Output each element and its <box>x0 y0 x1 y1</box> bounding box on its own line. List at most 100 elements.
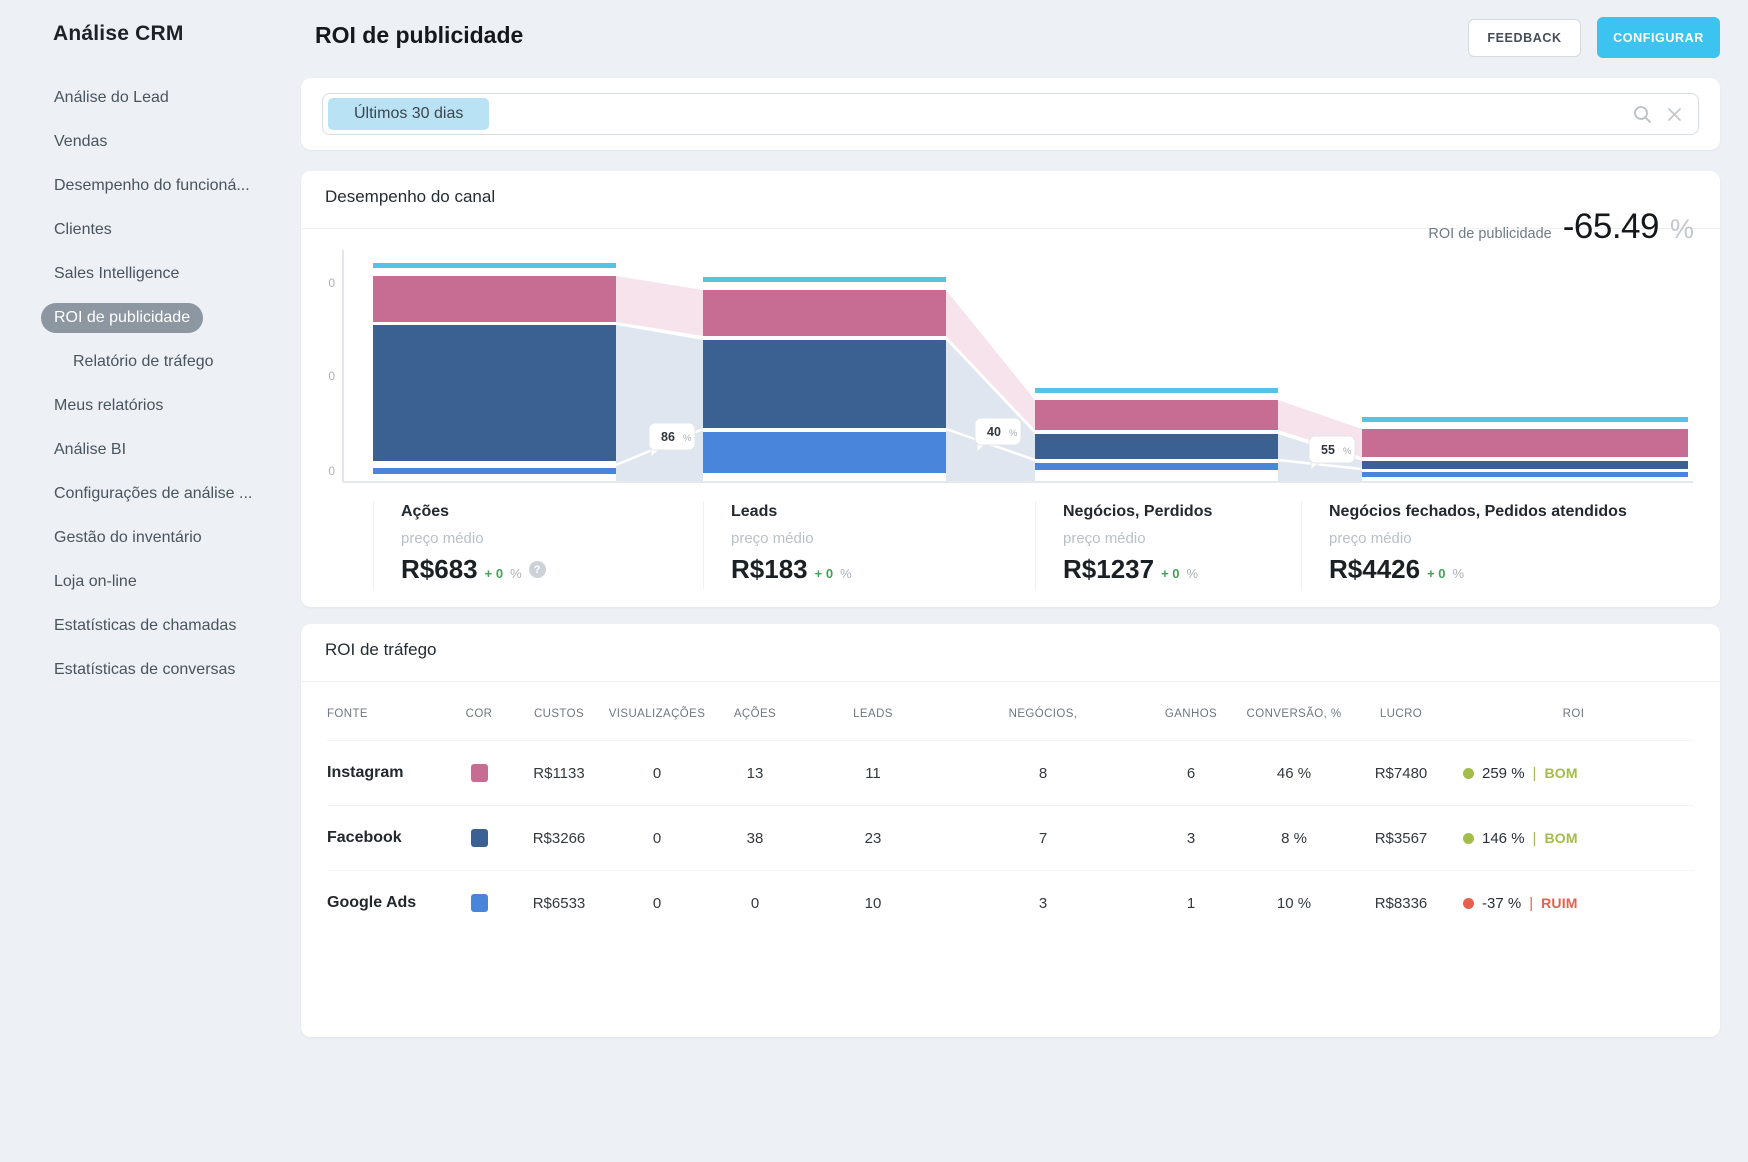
sidebar-item-clientes[interactable]: Clientes <box>0 208 270 252</box>
stage-price-label: preço médio <box>1329 530 1701 547</box>
sidebar-item-vendas[interactable]: Vendas <box>0 120 270 164</box>
leads-cell: 11 <box>803 765 943 782</box>
sidebar-item-gestao-do-inventario[interactable]: Gestão do inventário <box>0 516 270 560</box>
sidebar-item-analise-bi[interactable]: Análise BI <box>0 428 270 472</box>
stage-name: Leads <box>731 503 1025 521</box>
bar-cyan-line[interactable] <box>703 277 946 282</box>
sidebar-item-relatorio-de-trafego[interactable]: Relatório de tráfego <box>0 340 270 384</box>
color-swatch <box>471 894 488 912</box>
bar-light-blue[interactable] <box>1035 463 1278 470</box>
column-header-negocios: NEGÓCIOS, <box>943 708 1143 720</box>
ganhos-cell: 1 <box>1143 895 1239 912</box>
stage-change: + 0 <box>815 566 833 581</box>
lucro-cell: R$8336 <box>1349 895 1453 912</box>
roi-separator: | <box>1533 830 1537 847</box>
y-axis-tick: 0 <box>328 464 335 478</box>
active-pill: ROI de publicidade <box>41 303 203 333</box>
page-title: ROI de publicidade <box>315 22 523 49</box>
bar-blue[interactable] <box>1362 461 1688 469</box>
sidebar-item-loja-on-line[interactable]: Loja on-line <box>0 560 270 604</box>
column-header-conversao: CONVERSÃO, % <box>1239 708 1349 720</box>
conversion-value: 55 <box>1321 443 1335 457</box>
roi-status-dot <box>1463 833 1474 844</box>
bar-light-blue[interactable] <box>1362 472 1688 477</box>
bar-blue[interactable] <box>1035 434 1278 459</box>
stage-change-unit: % <box>1453 566 1465 581</box>
custos-cell: R$6533 <box>511 895 607 912</box>
column-header-custos: CUSTOS <box>511 708 607 720</box>
sidebar-item-roi-de-publicidade[interactable]: ROI de publicidade <box>0 296 270 340</box>
conversion-value: 40 <box>987 425 1001 439</box>
bar-cyan-line[interactable] <box>1035 388 1278 393</box>
table-body: InstagramR$1133013118646 %R$7480259 %|BO… <box>327 740 1694 935</box>
color-swatch <box>471 764 488 782</box>
feedback-button[interactable]: FEEDBACK <box>1468 19 1581 57</box>
divider <box>301 681 1720 682</box>
column-header-visualizacoes: VISUALIZAÇÕES <box>607 708 707 720</box>
configure-button[interactable]: CONFIGURAR <box>1597 17 1720 58</box>
help-icon[interactable]: ? <box>529 561 546 578</box>
sidebar-item-estatisticas-de-conversas[interactable]: Estatísticas de conversas <box>0 648 270 692</box>
stage-change: + 0 <box>1427 566 1445 581</box>
bar-pink[interactable] <box>1035 400 1278 430</box>
custos-cell: R$1133 <box>511 765 607 782</box>
bar-blue[interactable] <box>703 340 946 428</box>
conversion-value: 86 <box>661 430 675 444</box>
stage-change-unit: % <box>840 566 852 581</box>
bar-light-blue[interactable] <box>373 468 616 474</box>
clear-icon[interactable] <box>1665 105 1684 124</box>
acoes-cell: 13 <box>707 765 803 782</box>
sidebar-item-configuracoes-de-analise[interactable]: Configurações de análise ... <box>0 472 270 516</box>
table-row-facebook[interactable]: FacebookR$326603823738 %R$3567146 %|BOM <box>327 805 1694 870</box>
roi-separator: | <box>1533 765 1537 782</box>
sidebar-item-estatisticas-de-chamadas[interactable]: Estatísticas de chamadas <box>0 604 270 648</box>
stage-price: R$683 <box>401 554 478 585</box>
traffic-roi-card: ROI de tráfego FONTECORCUSTOSVISUALIZAÇÕ… <box>301 624 1720 1037</box>
stage-change: + 0 <box>485 566 503 581</box>
lucro-cell: R$7480 <box>1349 765 1453 782</box>
stage-acoes: Açõespreço médioR$683+ 0%? <box>373 501 693 589</box>
conversao-cell: 8 % <box>1239 830 1349 847</box>
ganhos-cell: 6 <box>1143 765 1239 782</box>
stage-change-unit: % <box>1187 566 1199 581</box>
bar-light-blue[interactable] <box>703 432 946 473</box>
visualizacoes-cell: 0 <box>607 830 707 847</box>
search-icon[interactable] <box>1633 105 1652 124</box>
roi-status: RUIM <box>1541 895 1578 911</box>
roi-value: -37 % <box>1482 895 1521 912</box>
sidebar-item-analise-do-lead[interactable]: Análise do Lead <box>0 76 270 120</box>
table-row-google-ads[interactable]: Google AdsR$653300103110 %R$8336-37 %|RU… <box>327 870 1694 935</box>
roi-value: 259 % <box>1482 765 1525 782</box>
bar-pink[interactable] <box>703 290 946 336</box>
sidebar-item-desempenho-do-funciona[interactable]: Desempenho do funcioná... <box>0 164 270 208</box>
column-header-leads: LEADS <box>803 708 943 720</box>
bar-blue[interactable] <box>373 325 616 461</box>
custos-cell: R$3266 <box>511 830 607 847</box>
table-row-instagram[interactable]: InstagramR$1133013118646 %R$7480259 %|BO… <box>327 740 1694 805</box>
sidebar-item-meus-relatorios[interactable]: Meus relatórios <box>0 384 270 428</box>
filter-card: Últimos 30 dias <box>301 78 1720 150</box>
sidebar-item-sales-intelligence[interactable]: Sales Intelligence <box>0 252 270 296</box>
column-header-ganhos: GANHOS <box>1143 708 1239 720</box>
stage-price-label: preço médio <box>1063 530 1291 547</box>
stage-change: + 0 <box>1161 566 1179 581</box>
bar-pink[interactable] <box>373 276 616 322</box>
app-title: Análise CRM <box>53 22 270 46</box>
negocios-cell: 7 <box>943 830 1143 847</box>
stage-leads: Leadspreço médioR$183+ 0% <box>703 501 1025 589</box>
source-cell: Instagram <box>327 764 447 782</box>
bar-cyan-line[interactable] <box>373 263 616 268</box>
column-header-cor: COR <box>447 708 511 720</box>
roi-status-dot <box>1463 898 1474 909</box>
visualizacoes-cell: 0 <box>607 765 707 782</box>
funnel-chart[interactable]: 00086%40%55% <box>301 200 1720 500</box>
funnel-svg: 00086%40%55% <box>301 200 1720 500</box>
filter-input[interactable]: Últimos 30 dias <box>322 93 1699 135</box>
date-range-chip[interactable]: Últimos 30 dias <box>328 98 489 130</box>
stage-negocios-perdidos: Negócios, Perdidospreço médioR$1237+ 0% <box>1035 501 1291 589</box>
connector-pink <box>616 276 703 336</box>
bar-pink[interactable] <box>1362 429 1688 457</box>
bar-cyan-line[interactable] <box>1362 417 1688 422</box>
leads-cell: 23 <box>803 830 943 847</box>
stage-price: R$4426 <box>1329 554 1420 585</box>
